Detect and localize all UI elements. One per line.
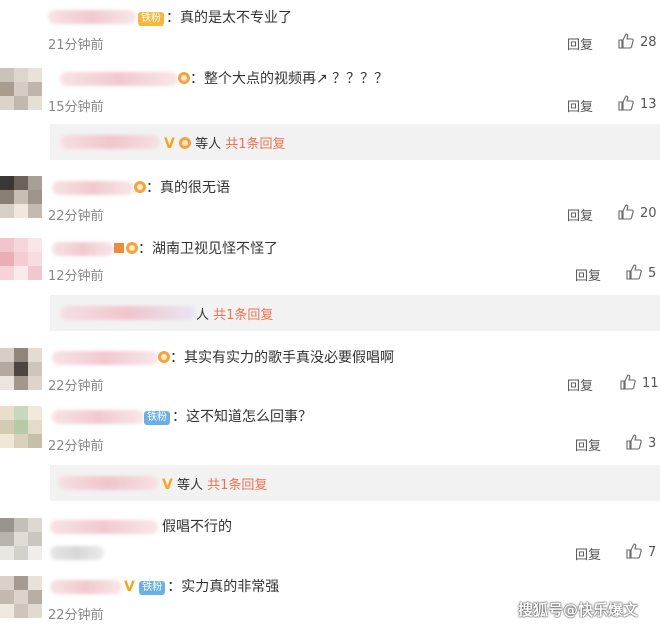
sub-reply-prefix: 人 [196, 308, 210, 323]
username-blurred[interactable] [52, 242, 114, 256]
username-blurred[interactable] [60, 72, 178, 86]
comment-text: ：整个大点的视频再 [190, 71, 316, 87]
iron-fan-badge: 铁粉 [139, 581, 166, 595]
thumbs-up-icon [618, 95, 634, 111]
username-blurred[interactable] [48, 10, 136, 24]
like-count: 3 [648, 436, 657, 451]
vip-v-icon: V [164, 136, 175, 152]
time-blurred [50, 546, 104, 560]
username-blurred [60, 306, 196, 320]
sub-reply-count-link[interactable]: 共1条回复 [207, 478, 267, 493]
avatar[interactable] [0, 348, 42, 390]
comment-text: 假唱不行的 [162, 519, 232, 535]
sub-reply-bar[interactable]: V 等人 共1条回复 [50, 124, 660, 160]
username-blurred[interactable] [50, 580, 122, 594]
comment-line: ：真的很无语 [134, 179, 230, 197]
avatar[interactable] [0, 518, 42, 560]
avatar[interactable] [0, 176, 42, 218]
username-blurred [58, 476, 158, 490]
thumbs-up-icon [618, 33, 634, 49]
avatar[interactable] [0, 68, 42, 110]
comment-line: ：整个大点的视频再↗ ？？？？ [178, 70, 388, 88]
username-blurred [60, 135, 160, 149]
fan-level-icon [134, 181, 146, 193]
like-button[interactable]: 13 [618, 95, 657, 112]
reply-button[interactable]: 回复 [575, 265, 601, 284]
fan-level-icon [158, 351, 170, 363]
comment-time: 22分钟前 [48, 439, 104, 454]
reply-button[interactable]: 回复 [575, 544, 601, 563]
sub-reply-count-link[interactable]: 共1条回复 [213, 308, 273, 323]
watermark: 搜狐号@快乐爆文 [517, 601, 638, 619]
sub-reply-prefix: 等人 [176, 478, 203, 493]
like-count: 7 [648, 545, 657, 560]
like-button[interactable]: 11 [620, 374, 659, 391]
comment-text: ：真的是太不专业了 [166, 10, 292, 26]
comment-line: V 铁粉 ：实力真的非常强 [124, 578, 279, 596]
comment-line: 铁粉 ：真的是太不专业了 [138, 9, 292, 27]
fan-level-icon [178, 72, 190, 84]
comment-time: 22分钟前 [48, 379, 104, 394]
like-count: 13 [640, 97, 657, 112]
thumbs-up-icon [618, 204, 634, 220]
like-button[interactable]: 20 [618, 204, 657, 221]
thumbs-up-icon [626, 543, 642, 559]
comment-line: ：湖南卫视见怪不怪了 [114, 240, 278, 258]
username-blurred[interactable] [52, 351, 158, 365]
reply-button[interactable]: 回复 [567, 96, 593, 115]
username-blurred[interactable] [52, 181, 134, 195]
like-button[interactable]: 28 [618, 33, 657, 50]
like-button[interactable]: 5 [626, 264, 656, 281]
sub-reply-bar[interactable]: V 等人 共1条回复 [50, 465, 660, 501]
comment-time: 21分钟前 [48, 38, 104, 53]
comment-time: 22分钟前 [48, 608, 104, 623]
comment-time: 15分钟前 [48, 100, 104, 115]
comment-line: ：其实有实力的歌手真没必要假唱啊 [158, 349, 394, 367]
sub-reply-summary: 人 共1条回复 [196, 304, 273, 323]
avatar[interactable] [0, 576, 42, 618]
like-count: 11 [642, 376, 659, 391]
reply-button[interactable]: 回复 [567, 205, 593, 224]
comment-text: ：其实有实力的歌手真没必要假唱啊 [170, 350, 394, 366]
avatar[interactable] [0, 238, 42, 280]
thumbs-up-icon [620, 374, 636, 390]
thumbs-up-icon [626, 434, 642, 450]
like-button[interactable]: 3 [626, 434, 656, 451]
like-count: 28 [640, 35, 657, 50]
thumbs-up-icon [626, 264, 642, 280]
sub-reply-summary: V 等人 共1条回复 [164, 133, 286, 152]
like-count: 20 [640, 206, 657, 221]
comment-line: 假唱不行的 [162, 518, 232, 536]
comment-text: ：实力真的非常强 [167, 579, 280, 595]
vip-v-icon: V [162, 477, 173, 493]
comment-text: ：这不知道怎么回事？ [172, 409, 312, 425]
reply-button[interactable]: 回复 [575, 435, 601, 454]
sub-reply-summary: V 等人 共1条回复 [162, 474, 267, 493]
reply-button[interactable]: 回复 [567, 34, 593, 53]
comment-text: ：真的很无语 [146, 180, 230, 196]
comment-text-suffix: ↗ ？？？？ [316, 71, 389, 87]
comment-time: 22分钟前 [48, 209, 104, 224]
comment-line: 铁粉 ：这不知道怎么回事？ [144, 408, 312, 426]
reply-button[interactable]: 回复 [567, 375, 593, 394]
vip-v-icon: V [124, 579, 135, 595]
username-blurred[interactable] [52, 410, 144, 424]
iron-fan-badge: 铁粉 [144, 411, 170, 425]
vip-square-icon [114, 243, 124, 253]
comment-text: ：湖南卫视见怪不怪了 [138, 241, 278, 257]
sub-reply-count-link[interactable]: 共1条回复 [225, 137, 285, 152]
username-blurred[interactable] [50, 520, 158, 534]
sub-reply-bar[interactable]: 人 共1条回复 [50, 295, 660, 331]
comment-time: 12分钟前 [48, 269, 104, 284]
fan-level-icon [178, 137, 191, 149]
avatar[interactable] [0, 406, 42, 448]
like-count: 5 [648, 266, 657, 281]
like-button[interactable]: 7 [626, 543, 656, 560]
iron-fan-badge: 铁粉 [138, 12, 164, 26]
sub-reply-prefix: 等人 [195, 137, 222, 152]
fan-level-icon [126, 242, 138, 254]
